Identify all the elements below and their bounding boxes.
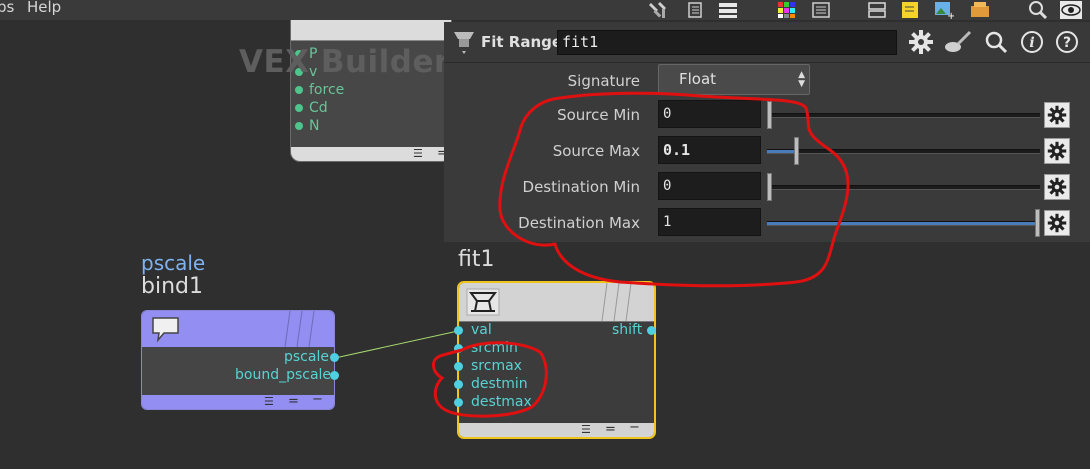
annotation-circle-inputs	[432, 341, 548, 418]
annotation-circle-params	[498, 91, 850, 288]
annotation-layer	[432, 91, 850, 418]
